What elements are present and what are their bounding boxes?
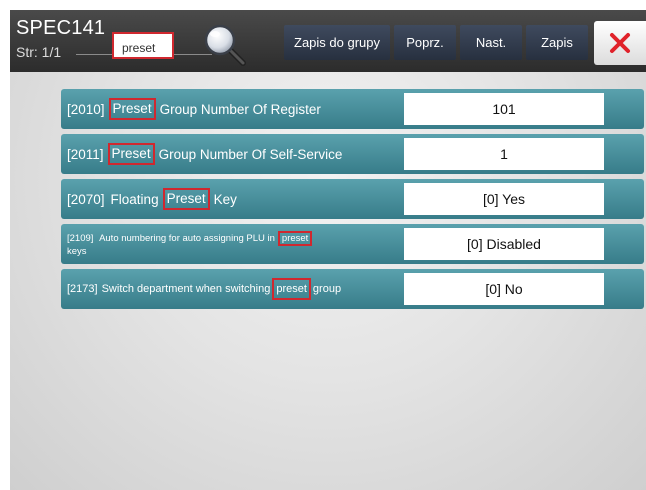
- screen: SPEC141 Str: 1/1 preset Zapis do grupy P…: [10, 10, 646, 490]
- setting-label-before: Floating: [110, 191, 159, 207]
- setting-code: [2011]: [67, 146, 104, 162]
- setting-value-field[interactable]: 1: [404, 138, 604, 170]
- setting-label: [2173] Switch department when switching …: [67, 269, 407, 309]
- search-input[interactable]: preset: [112, 32, 174, 59]
- setting-row: [2109] Auto numbering for auto assigning…: [61, 224, 644, 264]
- setting-label-before: Switch department when switching: [101, 283, 271, 295]
- setting-label-after: keys: [67, 246, 87, 257]
- setting-value-field[interactable]: [0] No: [404, 273, 604, 305]
- setting-value-field[interactable]: [0] Disabled: [404, 228, 604, 260]
- setting-label-after: group: [312, 283, 342, 295]
- setting-label-after: Key: [213, 191, 237, 207]
- setting-value-field[interactable]: [0] Yes: [404, 183, 604, 215]
- previous-button[interactable]: Poprz.: [394, 25, 456, 60]
- setting-row: [2070] Floating Preset Key [0] Yes: [61, 179, 644, 219]
- setting-label: [2109] Auto numbering for auto assigning…: [67, 224, 407, 264]
- close-button[interactable]: [594, 21, 646, 65]
- search-match-highlight: Preset: [108, 98, 156, 120]
- setting-label-after: Group Number Of Self-Service: [158, 146, 343, 162]
- setting-row: [2010] Preset Group Number Of Register 1…: [61, 89, 644, 129]
- setting-value-field[interactable]: 101: [404, 93, 604, 125]
- setting-code: [2173]: [67, 283, 98, 295]
- setting-row: [2173] Switch department when switching …: [61, 269, 644, 309]
- setting-code: [2109]: [67, 233, 94, 244]
- setting-label: [2010] Preset Group Number Of Register: [67, 89, 407, 129]
- search-icon[interactable]: [200, 22, 248, 66]
- save-to-group-button[interactable]: Zapis do grupy: [284, 25, 390, 60]
- search-match-highlight: preset: [272, 278, 311, 300]
- search-match-highlight: preset: [277, 231, 313, 246]
- search-match-highlight: Preset: [107, 143, 155, 165]
- close-icon: [610, 33, 630, 53]
- setting-row: [2011] Preset Group Number Of Self-Servi…: [61, 134, 644, 174]
- save-button[interactable]: Zapis: [526, 25, 588, 60]
- next-button[interactable]: Nast.: [460, 25, 522, 60]
- setting-label-after: Group Number Of Register: [159, 101, 321, 117]
- setting-code: [2070]: [67, 191, 105, 207]
- top-bar: SPEC141 Str: 1/1 preset Zapis do grupy P…: [10, 10, 646, 72]
- setting-label: [2011] Preset Group Number Of Self-Servi…: [67, 134, 407, 174]
- setting-label: [2070] Floating Preset Key: [67, 179, 407, 219]
- setting-label-before: Auto numbering for auto assigning PLU in: [99, 233, 275, 244]
- page-indicator: Str: 1/1: [16, 44, 62, 60]
- setting-code: [2010]: [67, 101, 105, 117]
- page-title: SPEC141: [16, 17, 106, 39]
- search-match-highlight: Preset: [162, 188, 210, 210]
